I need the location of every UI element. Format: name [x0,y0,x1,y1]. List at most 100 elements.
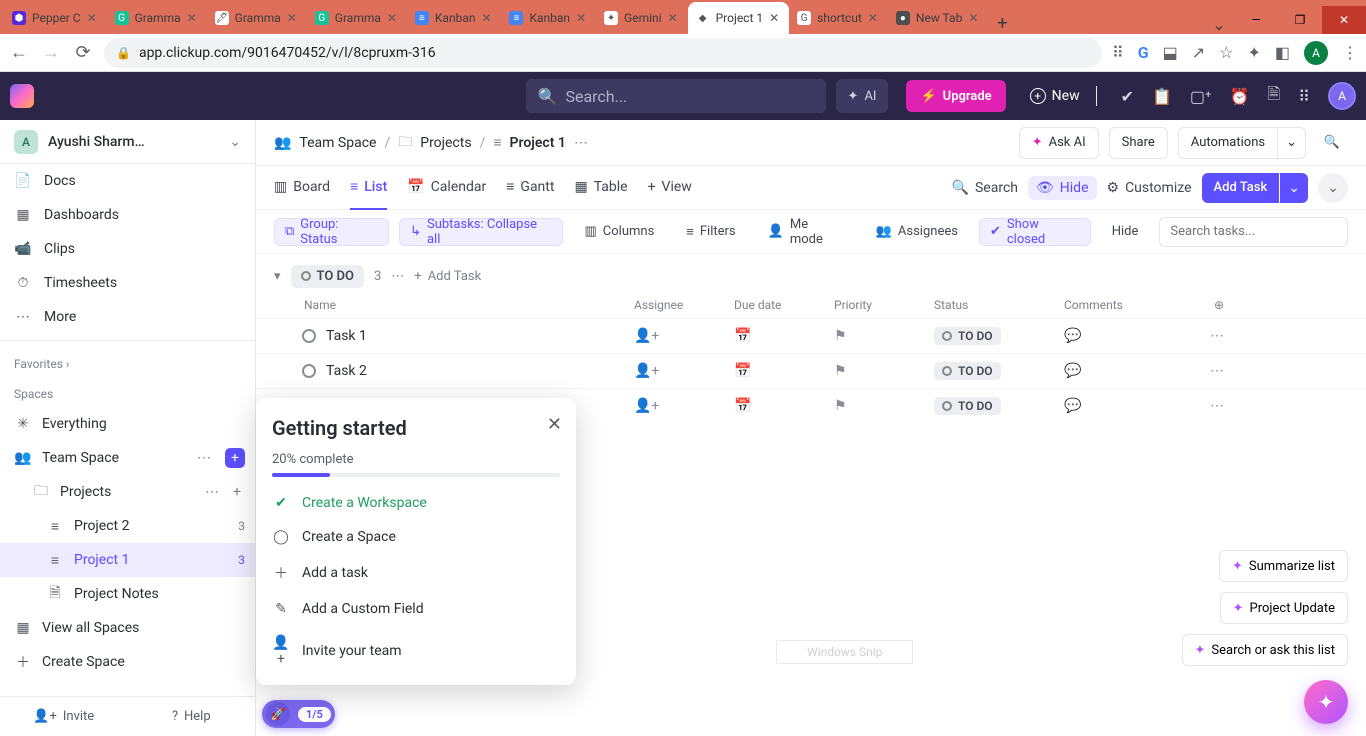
task-search-input[interactable] [1159,217,1348,247]
tab-close-icon[interactable]: ✕ [287,11,299,25]
ai-fab[interactable] [1304,680,1348,724]
sidebar-item-dashboards[interactable]: ▦Dashboards [0,198,255,232]
filters-chip[interactable]: ≡ Filters [675,218,746,246]
browser-tab[interactable]: ≡Kanban✕ [407,2,502,34]
breadcrumb-folder[interactable]: Projects [420,135,471,151]
browser-tab[interactable]: ≡Kanban✕ [501,2,596,34]
browser-tab[interactable]: GGramma✕ [307,2,407,34]
profile-avatar[interactable]: A [1304,41,1328,65]
assignee-cell[interactable]: 👤+ [634,398,734,414]
close-icon[interactable]: ✕ [547,414,562,435]
view-tab-table[interactable]: ▦Table [574,166,627,210]
bookmark-icon[interactable]: ☆ [1219,43,1233,62]
priority-cell[interactable]: ⚑ [834,398,934,414]
doc-icon[interactable]: 🗎 [1267,83,1280,110]
tab-close-icon[interactable]: ✕ [769,11,781,25]
view-search[interactable]: 🔍 Search [952,180,1018,196]
duedate-cell[interactable]: 📅 [734,363,834,379]
tab-close-icon[interactable]: ✕ [87,11,99,25]
clickup-logo-icon[interactable] [10,84,34,108]
sidebar-item-more[interactable]: ⋯More [0,300,255,334]
tab-close-icon[interactable]: ✕ [668,11,680,25]
sidepanel-icon[interactable]: ◧ [1275,43,1290,62]
collapse-toggle[interactable]: ▾ [274,269,281,284]
breadcrumb-space[interactable]: Team Space [299,135,376,151]
nav-back[interactable]: ← [8,42,30,63]
new-tab-button[interactable]: + [988,13,1016,34]
invite-button[interactable]: 👤+ Invite [0,697,128,736]
browser-tab[interactable]: GGramma✕ [107,2,207,34]
nav-forward[interactable]: → [40,42,62,63]
automations-chevron[interactable]: ⌄ [1278,127,1306,159]
col-priority[interactable]: Priority [834,298,934,312]
task-name[interactable]: Task 1 [326,328,367,344]
share-icon[interactable]: ↗ [1192,43,1205,62]
duedate-cell[interactable]: 📅 [734,398,834,414]
browser-tab[interactable]: Gshortcut✕ [789,2,888,34]
sidebar-list-item[interactable]: ≡Project 13 [0,543,255,577]
automations-button[interactable]: Automations [1178,127,1278,159]
view-tab-board[interactable]: ▥Board [274,166,330,210]
add-task-button[interactable]: Add Task [1202,173,1280,203]
view-tab-list[interactable]: ≡List [350,166,387,210]
sidebar-view-all-spaces[interactable]: ▦ View all Spaces [0,611,255,645]
window-minimize[interactable]: — [1234,6,1278,34]
col-status[interactable]: Status [934,298,1064,312]
add-task-chevron[interactable]: ⌄ [1280,173,1308,203]
sidebar-item-timesheets[interactable]: ⏱Timesheets [0,266,255,300]
status-cell[interactable]: TO DO [934,362,1064,380]
status-cell[interactable]: TO DO [934,327,1064,345]
check-circle-icon[interactable]: ✔ [1121,87,1134,106]
sidebar-item-everything[interactable]: ✳ Everything [0,407,255,441]
window-maximize[interactable]: ❐ [1278,6,1322,34]
more-view-options[interactable]: ⌄ [1318,173,1348,203]
onboarding-step[interactable]: 👤+Invite your team [272,635,560,667]
extensions-icon[interactable]: ✦ [1247,43,1260,62]
hide-toggle[interactable]: 👁 Hide [1028,176,1097,200]
apps-grid-icon[interactable]: ⠿ [1298,87,1310,106]
browser-tab[interactable]: ◆Project 1✕ [688,2,790,34]
view-tab-calendar[interactable]: 📅Calendar [407,166,486,210]
priority-cell[interactable]: ⚑ [834,363,934,379]
col-name[interactable]: Name [274,298,634,312]
subtasks-chip[interactable]: ↳ Subtasks: Collapse all [399,218,563,246]
ai-button[interactable]: AI [836,79,889,113]
status-toggle-icon[interactable] [302,329,316,343]
hide-chip[interactable]: Hide [1101,218,1150,246]
user-avatar[interactable]: A [1328,82,1356,110]
assignees-chip[interactable]: 👥 Assignees [865,218,969,246]
browser-tab[interactable]: ⬢Pepper C✕ [4,2,107,34]
window-close[interactable]: ✕ [1322,6,1366,34]
priority-cell[interactable]: ⚑ [834,328,934,344]
col-assignee[interactable]: Assignee [634,298,734,312]
install-icon[interactable]: ⬓ [1163,43,1178,62]
onboarding-pill[interactable]: 🚀 1/5 [262,700,335,728]
tab-close-icon[interactable]: ✕ [968,11,980,25]
columns-chip[interactable]: ▥ Columns [573,218,665,246]
translate-icon[interactable]: ⠿ [1112,43,1124,62]
comments-cell[interactable]: 💬 [1064,398,1184,414]
onboarding-step[interactable]: ✎Add a Custom Field [272,601,560,617]
add-column-button[interactable]: ⊕ [1184,298,1224,312]
add-button[interactable]: + [229,484,245,500]
nav-reload[interactable]: ⟳ [72,42,94,63]
group-by-chip[interactable]: ⧉ Group: Status [274,218,389,246]
record-icon[interactable]: ▢⁺ [1190,87,1212,106]
more-icon[interactable]: ⋯ [574,135,588,151]
tab-close-icon[interactable]: ✕ [481,11,493,25]
sidebar-item-clips[interactable]: 📹Clips [0,232,255,266]
share-button[interactable]: Share [1109,127,1168,159]
col-duedate[interactable]: Due date [734,298,834,312]
breadcrumb-list[interactable]: Project 1 [510,135,566,151]
assignee-cell[interactable]: 👤+ [634,328,734,344]
col-comments[interactable]: Comments [1064,298,1184,312]
tab-close-icon[interactable]: ✕ [187,11,199,25]
workspace-switcher[interactable]: A Ayushi Sharm… ⌄ [0,120,255,164]
sidebar-list-item[interactable]: ≡Project 23 [0,509,255,543]
view-tab-view[interactable]: +View [648,166,692,210]
add-button[interactable]: + [225,448,245,468]
tab-close-icon[interactable]: ✕ [387,11,399,25]
browser-tab[interactable]: 🖋Gramma✕ [207,2,307,34]
sidebar-item-team-space[interactable]: 👥 Team Space ⋯ + [0,441,255,475]
onboarding-step[interactable]: ◯Create a Space [272,529,560,545]
